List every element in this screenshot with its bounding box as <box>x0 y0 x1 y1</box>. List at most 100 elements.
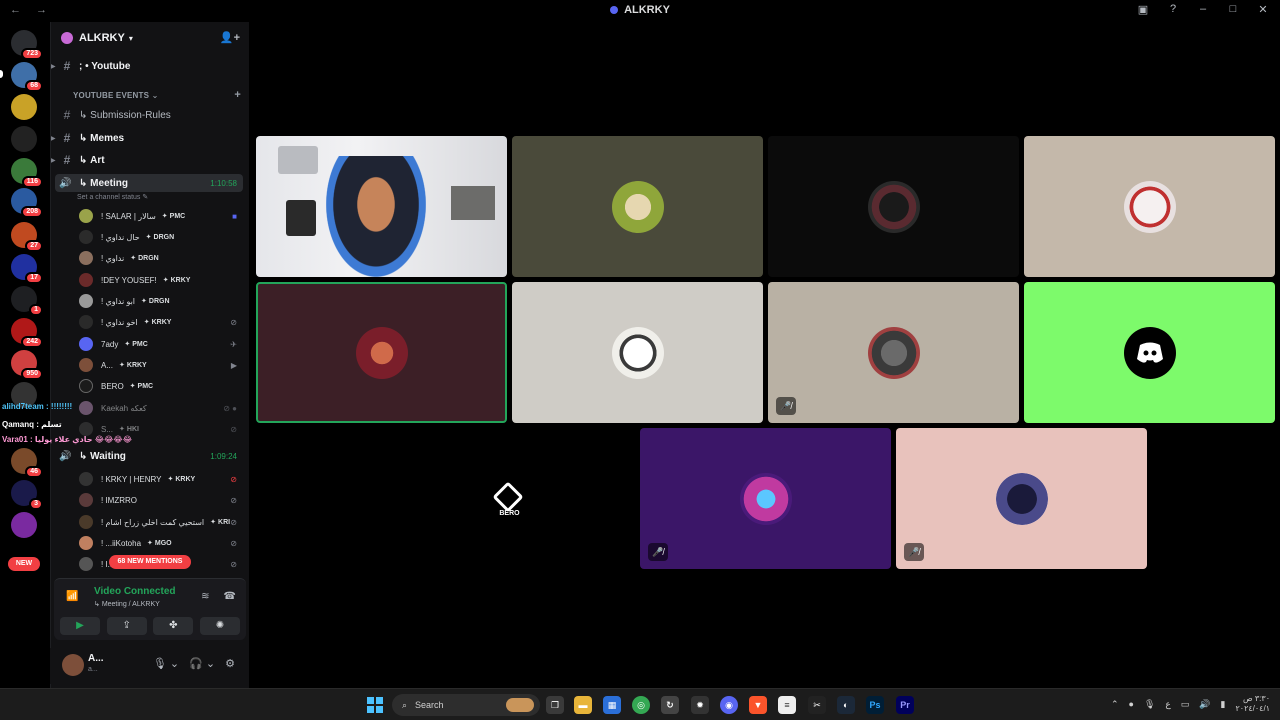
voice-member[interactable]: ! نداوي ✦ DRGN <box>79 248 241 268</box>
help-icon[interactable]: ? <box>1166 3 1180 16</box>
inbox-icon[interactable]: ▣ <box>1136 3 1150 16</box>
voice-member[interactable]: ! حال نداوي ✦ DRGN <box>79 227 241 247</box>
voice-member[interactable]: ! KRKY | HENRY ✦ KRKY ⊘ <box>79 469 241 489</box>
soundboard-button[interactable]: ✺ <box>199 617 240 635</box>
disconnect-icon[interactable]: ☎ <box>224 591 236 602</box>
screen-share-button[interactable]: ⇪ <box>106 617 147 635</box>
video-tile-avatar[interactable] <box>768 136 1019 277</box>
microphone-tray-icon[interactable]: 🎙 <box>1144 699 1155 710</box>
voice-member[interactable]: ! اخو نداوي ✦ KRKY ⊘ <box>79 312 241 332</box>
store-icon[interactable]: ▦ <box>603 696 621 714</box>
channel-youtube[interactable]: ▶ #; • Youtube <box>51 56 241 76</box>
channel-memes[interactable]: ▶ # ↳ Memes <box>51 128 241 148</box>
app-icon[interactable]: ↻ <box>661 696 679 714</box>
network-icon[interactable]: ▭ <box>1181 699 1190 710</box>
video-tile-avatar[interactable] <box>512 282 763 423</box>
steelseries-icon[interactable]: ✹ <box>691 696 709 714</box>
maximize-button[interactable]: □ <box>1226 3 1240 16</box>
video-tile-camera[interactable] <box>256 136 507 277</box>
video-tile-avatar-speaking[interactable] <box>256 282 507 423</box>
chevron-up-icon[interactable]: ⌃ <box>1111 699 1119 710</box>
server-icon[interactable]: 68 <box>11 62 43 92</box>
channel-status-prompt[interactable]: Set a channel status ✎ <box>77 193 148 201</box>
voice-channel-waiting[interactable]: 🔊 ↳ Waiting 1:09:24 <box>55 447 243 465</box>
chrome-icon[interactable]: ◎ <box>632 696 650 714</box>
invite-people-icon[interactable]: 👤+ <box>220 31 240 44</box>
steam-icon[interactable]: ◐ <box>837 696 855 714</box>
video-tile-bero[interactable]: BERO <box>384 428 635 569</box>
voice-member[interactable]: Kaekah كعكه ⊘ ● <box>79 398 241 418</box>
activities-button[interactable]: ✤ <box>153 617 194 635</box>
server-icon[interactable]: 950 <box>11 350 43 380</box>
video-tile-avatar[interactable]: 🎤̸ <box>768 282 1019 423</box>
noise-suppression-icon[interactable]: ≋ <box>201 591 209 602</box>
server-icon[interactable]: 1 <box>11 286 43 316</box>
avatar[interactable] <box>62 654 84 676</box>
camera-button[interactable]: ▶ <box>60 617 100 635</box>
server-icon[interactable]: 3 <box>11 480 43 510</box>
deafened-icon: ⊘ <box>230 559 237 569</box>
voice-member[interactable]: A... ✦ KRKY ▶ <box>79 355 241 375</box>
voice-member[interactable]: !DEY YOUSEF! ✦ KRKY <box>79 270 241 290</box>
avatar <box>79 379 93 393</box>
server-icon[interactable]: 46 <box>11 448 43 478</box>
headphones-icon[interactable]: 🎧 ⌄ <box>189 657 215 670</box>
channel-art[interactable]: ▶ # ↳ Art <box>51 150 241 170</box>
photoshop-icon[interactable]: Ps <box>866 696 884 714</box>
battery-icon[interactable]: ▮ <box>1221 699 1226 710</box>
server-icon[interactable] <box>11 126 37 152</box>
discord-taskbar-icon[interactable]: ◉ <box>720 696 738 714</box>
video-tile-avatar[interactable] <box>512 136 763 277</box>
voice-member[interactable]: ! ...iiKotoha ✦ MGO ⊘ <box>79 533 241 553</box>
notepad-icon[interactable]: ≡ <box>778 696 796 714</box>
voice-member[interactable]: ! SALAR | سالار ✦ PMC ■ <box>79 206 241 226</box>
video-tile-avatar[interactable]: 🎤̸ <box>640 428 891 569</box>
server-icon[interactable] <box>11 94 37 120</box>
minimize-button[interactable]: – <box>1196 3 1210 16</box>
close-button[interactable]: ✕ <box>1256 3 1270 16</box>
video-tile-avatar[interactable]: 🎤̸ <box>896 428 1147 569</box>
voice-channel-meeting[interactable]: 🔊 ↳ Meeting 1:10:58 <box>55 174 243 192</box>
brave-icon[interactable]: ▼ <box>749 696 767 714</box>
voice-member[interactable]: BERO ✦ PMC <box>79 376 241 396</box>
voice-member[interactable]: ! استحيي كمت اخلي زراح اشام ✦ KRI ⊘ <box>79 512 241 532</box>
microphone-icon[interactable]: 🎙 ⌄ <box>153 657 179 670</box>
avatar <box>1123 180 1176 233</box>
server-icon[interactable]: 27 <box>11 222 43 252</box>
window-controls: ▣ ? – □ ✕ <box>1136 3 1270 16</box>
language-indicator[interactable]: ع <box>1165 699 1170 710</box>
server-icon[interactable]: 116 <box>11 158 43 188</box>
server-icon[interactable]: 208 <box>11 188 43 218</box>
avatar <box>79 472 93 486</box>
video-tile-discord[interactable] <box>1024 282 1275 423</box>
tray-app-icon[interactable]: ● <box>1129 699 1134 709</box>
voice-location[interactable]: ↳ Meeting / ALKRKY <box>94 600 160 608</box>
task-view-icon[interactable]: ❐ <box>546 696 564 714</box>
video-tile-avatar[interactable] <box>1024 136 1275 277</box>
home-button[interactable]: 723 <box>11 30 43 60</box>
capcut-icon[interactable]: ✂ <box>808 696 826 714</box>
taskbar-search[interactable]: ⌕ Search <box>392 694 540 716</box>
start-button[interactable] <box>367 697 383 713</box>
signal-icon[interactable]: 📶 <box>66 591 78 602</box>
volume-icon[interactable]: 🔊 <box>1199 699 1210 710</box>
add-channel-icon[interactable]: + <box>234 89 241 101</box>
voice-member[interactable]: 7ady ✦ PMC ✈ <box>79 334 241 354</box>
category-youtube-events[interactable]: YOUTUBE EVENTS ⌄ + <box>73 89 241 101</box>
voice-member[interactable]: ! IMZRRO ⊘ <box>79 490 241 510</box>
file-explorer-icon[interactable]: ▬ <box>574 696 592 714</box>
new-unreads-pill[interactable]: NEW <box>8 557 40 571</box>
settings-gear-icon[interactable]: ⚙ <box>225 657 235 670</box>
channel-submission-rules[interactable]: # ↳ Submission-Rules <box>59 105 241 125</box>
premiere-icon[interactable]: Pr <box>896 696 914 714</box>
avatar <box>867 180 920 233</box>
server-header[interactable]: ALKRKY ▾ 👤+ <box>51 22 250 54</box>
new-mentions-pill[interactable]: 68 NEW MENTIONS <box>109 555 191 569</box>
server-icon[interactable] <box>11 512 37 538</box>
clock[interactable]: ٣:٣٠ ص ٢٠٢٤/٠٤/١ <box>1235 694 1270 714</box>
voice-member[interactable]: ! ابو نداوي ✦ DRGN <box>79 291 241 311</box>
server-icon[interactable]: 17 <box>11 254 43 284</box>
server-icon[interactable]: 242 <box>11 318 43 348</box>
bero-logo-icon <box>492 481 524 513</box>
deafened-icon: ⊘ <box>230 538 237 548</box>
